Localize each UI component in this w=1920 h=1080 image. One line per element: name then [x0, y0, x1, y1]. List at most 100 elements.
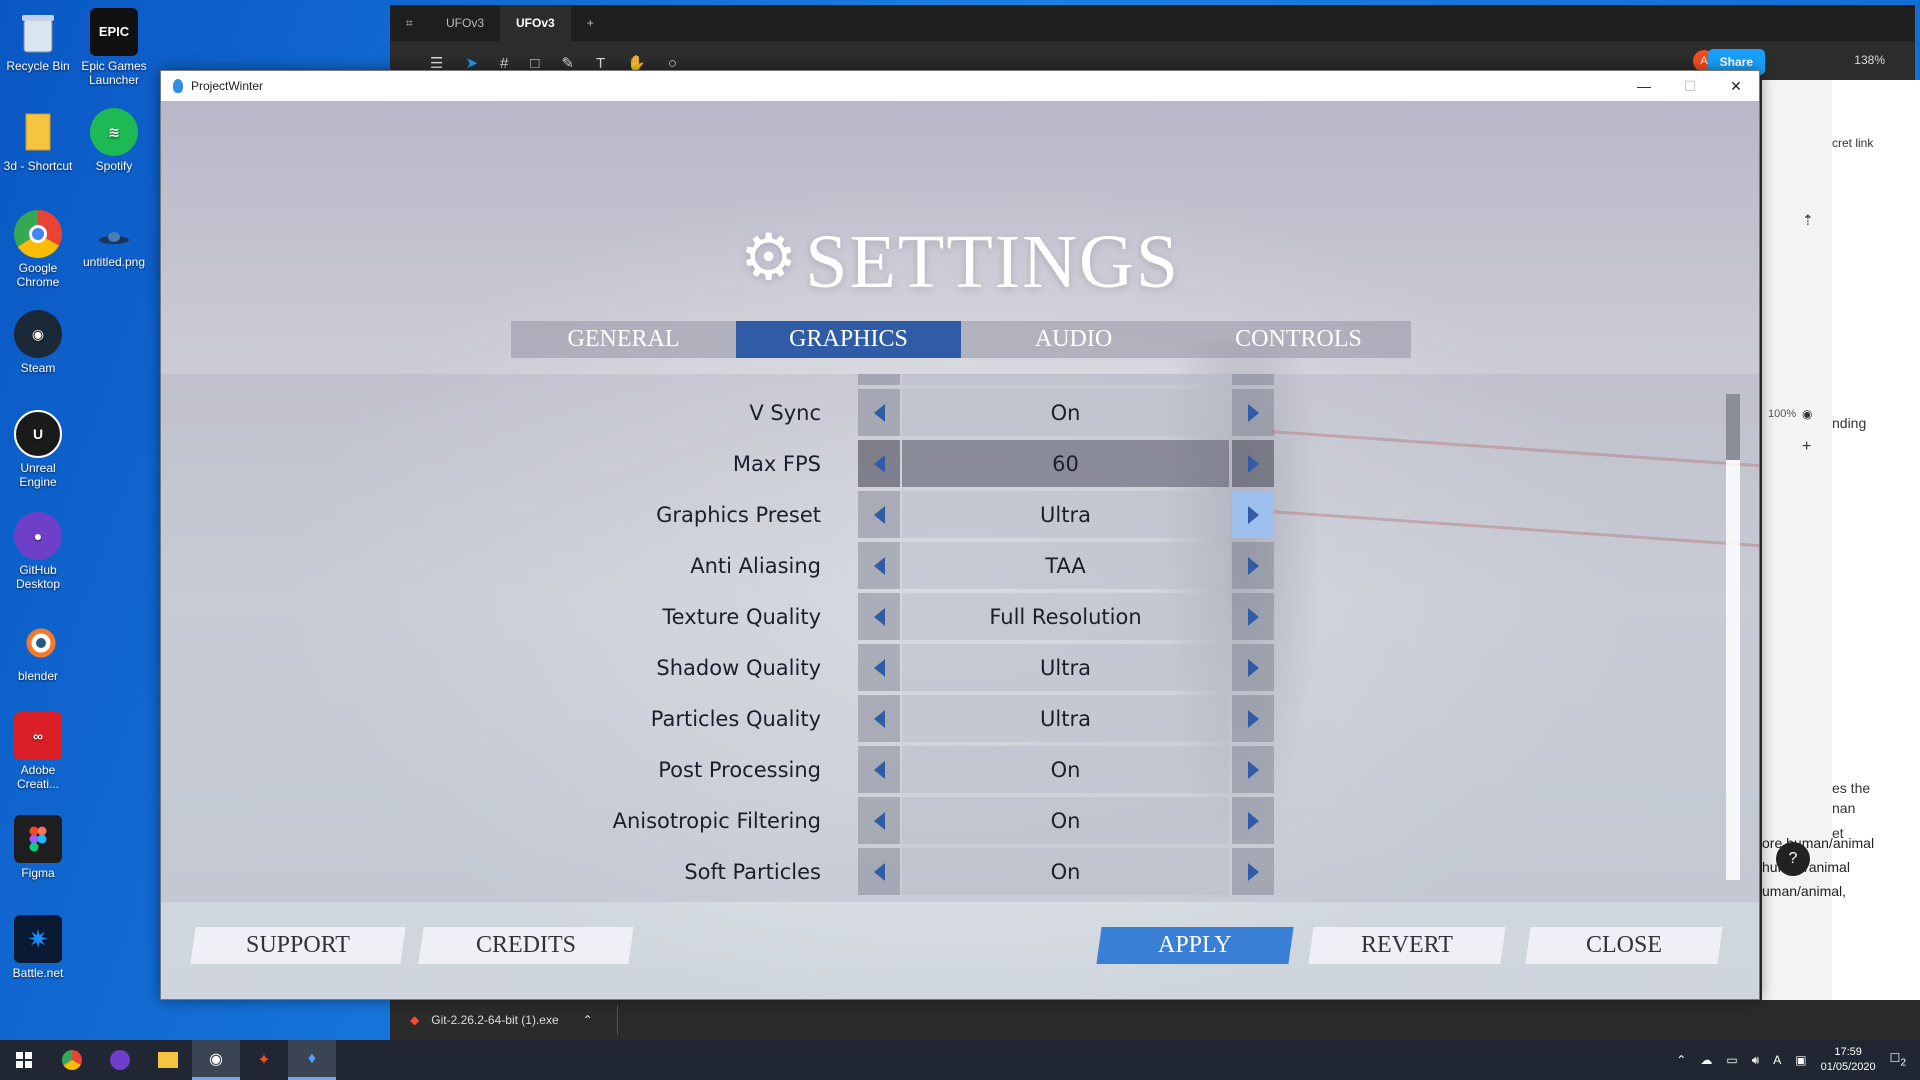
tab-audio[interactable]: AUDIO: [961, 321, 1186, 358]
next-option-button[interactable]: [1232, 848, 1274, 895]
close-window-button[interactable]: ✕: [1713, 71, 1759, 101]
scrollbar[interactable]: [1726, 394, 1740, 880]
desktop-icon-battlenet[interactable]: ✷ Battle.net: [0, 915, 76, 980]
close-button[interactable]: CLOSE: [1525, 927, 1723, 964]
frame-tool-icon[interactable]: #: [500, 55, 508, 72]
next-option-button[interactable]: [1232, 542, 1274, 589]
figma-tab-active[interactable]: UFOv3: [500, 5, 571, 41]
plus-icon[interactable]: +: [1802, 438, 1811, 456]
option-value: Ultra: [902, 491, 1229, 538]
comment-tool-icon[interactable]: ○: [668, 55, 677, 72]
taskbar: ◉ ✦ ♦ ⌃ ☁ ▭ 🔊︎ A ▣ 17:59 01/05/2020 ☐2: [0, 1040, 1920, 1080]
option-value: Ultra: [902, 644, 1229, 691]
keyboard-icon[interactable]: A: [1773, 1053, 1781, 1067]
previous-option-button[interactable]: [858, 491, 900, 538]
desktop-icon-3d-shortcut[interactable]: 3d - Shortcut: [0, 108, 76, 173]
desktop-icon-epic-games[interactable]: EPIC Epic Games Launcher: [76, 8, 152, 87]
clock[interactable]: 17:59 01/05/2020: [1821, 1045, 1876, 1075]
previous-option-button[interactable]: [858, 389, 900, 436]
next-option-button[interactable]: [1232, 491, 1274, 538]
help-icon[interactable]: ?: [1776, 842, 1810, 876]
desktop-icon-chrome[interactable]: Google Chrome: [0, 210, 76, 289]
apply-button[interactable]: APPLY: [1096, 927, 1294, 964]
scrollbar-thumb[interactable]: [1726, 394, 1740, 460]
next-option-button[interactable]: [1232, 695, 1274, 742]
previous-option-button[interactable]: [858, 848, 900, 895]
download-bar: ◆ Git-2.26.2-64-bit (1).exe ⌃: [390, 1000, 1920, 1040]
setting-label: Graphics Preset: [656, 502, 821, 527]
notification-icon[interactable]: ☐2: [1890, 1051, 1906, 1068]
desktop-icon-unreal[interactable]: U Unreal Engine: [0, 410, 76, 489]
next-option-button[interactable]: [1232, 746, 1274, 793]
tab-general[interactable]: GENERAL: [511, 321, 736, 358]
option-value: On: [902, 389, 1229, 436]
upload-icon[interactable]: ⇡: [1802, 212, 1814, 229]
desktop-icon-untitled-png[interactable]: untitled.png: [76, 222, 152, 269]
taskbar-figma-icon[interactable]: ✦: [240, 1040, 288, 1080]
window-titlebar[interactable]: ProjectWinter: [161, 71, 1759, 101]
previous-option-button[interactable]: [858, 374, 900, 385]
windows-start-icon[interactable]: [0, 1040, 48, 1080]
support-button[interactable]: SUPPORT: [190, 927, 406, 964]
arrow-left-icon: [873, 556, 885, 575]
panel-text: uman/animal,: [1762, 883, 1847, 899]
revert-button[interactable]: REVERT: [1308, 927, 1506, 964]
previous-option-button[interactable]: [858, 593, 900, 640]
arrow-left-icon: [873, 811, 885, 830]
eye-icon[interactable]: ◉: [1802, 407, 1812, 421]
desktop-icon-steam[interactable]: ◉ Steam: [0, 310, 76, 375]
next-option-button[interactable]: [1232, 644, 1274, 691]
download-file-name[interactable]: Git-2.26.2-64-bit (1).exe: [431, 1013, 558, 1027]
next-option-button[interactable]: [1232, 593, 1274, 640]
figma-tab[interactable]: UFOv3: [430, 5, 500, 41]
desktop-icon-label: Figma: [21, 866, 55, 880]
next-option-button[interactable]: [1232, 374, 1274, 385]
desktop-icon-label: Steam: [20, 361, 56, 375]
taskbar-github-icon[interactable]: [96, 1040, 144, 1080]
link-text[interactable]: cret link: [1832, 136, 1873, 150]
tab-controls[interactable]: CONTROLS: [1186, 321, 1411, 358]
previous-option-button[interactable]: [858, 542, 900, 589]
taskbar-folder-icon[interactable]: [144, 1040, 192, 1080]
taskbar-chrome-icon[interactable]: [48, 1040, 96, 1080]
zoom-level[interactable]: 138%: [1854, 53, 1885, 67]
chevron-up-icon[interactable]: ⌃: [1676, 1053, 1686, 1067]
arrow-left-icon: [873, 505, 885, 524]
shape-tool-icon[interactable]: □: [530, 55, 539, 72]
desktop-icon-github[interactable]: ● GitHub Desktop: [0, 512, 76, 591]
previous-option-button[interactable]: [858, 440, 900, 487]
previous-option-button[interactable]: [858, 695, 900, 742]
new-tab-icon[interactable]: +: [571, 5, 610, 41]
text-tool-icon[interactable]: T: [596, 55, 605, 72]
volume-icon[interactable]: 🔊︎: [1752, 1053, 1760, 1068]
previous-option-button[interactable]: [858, 644, 900, 691]
button-label: CREDITS: [475, 932, 576, 958]
previous-option-button[interactable]: [858, 746, 900, 793]
settings-row-anti-aliasing: Anti Aliasing TAA: [161, 542, 1759, 589]
desktop-icon-recycle-bin[interactable]: Recycle Bin: [0, 8, 76, 73]
arrow-right-icon: [1247, 658, 1259, 677]
taskbar-steam-icon[interactable]: ◉: [192, 1040, 240, 1080]
desktop-icon-adobe-cc[interactable]: ∞ Adobe Creati...: [0, 712, 76, 791]
desktop-icon-figma[interactable]: Figma: [0, 815, 76, 880]
tab-graphics[interactable]: GRAPHICS: [736, 321, 961, 358]
next-option-button[interactable]: [1232, 440, 1274, 487]
desktop-icon-blender[interactable]: blender: [0, 618, 76, 683]
opacity-value: 100%: [1768, 408, 1797, 420]
desktop-icon-spotify[interactable]: ≋ Spotify: [76, 108, 152, 173]
chevron-up-icon[interactable]: ⌃: [583, 1013, 593, 1027]
arrow-right-icon: [1247, 709, 1259, 728]
network-icon[interactable]: ▭: [1726, 1053, 1737, 1067]
arrow-right-icon: [1247, 505, 1259, 524]
cloud-icon[interactable]: ☁: [1700, 1053, 1712, 1067]
next-option-button[interactable]: [1232, 797, 1274, 844]
option-value: Full Resolution: [902, 593, 1229, 640]
previous-option-button[interactable]: [858, 797, 900, 844]
clipboard-icon[interactable]: ▣: [1795, 1053, 1806, 1067]
maximize-button[interactable]: ☐: [1667, 71, 1713, 101]
credits-button[interactable]: CREDITS: [418, 927, 634, 964]
taskbar-project-winter-icon[interactable]: ♦: [288, 1040, 336, 1080]
option-value: On: [902, 848, 1229, 895]
minimize-button[interactable]: —: [1621, 71, 1667, 101]
next-option-button[interactable]: [1232, 389, 1274, 436]
